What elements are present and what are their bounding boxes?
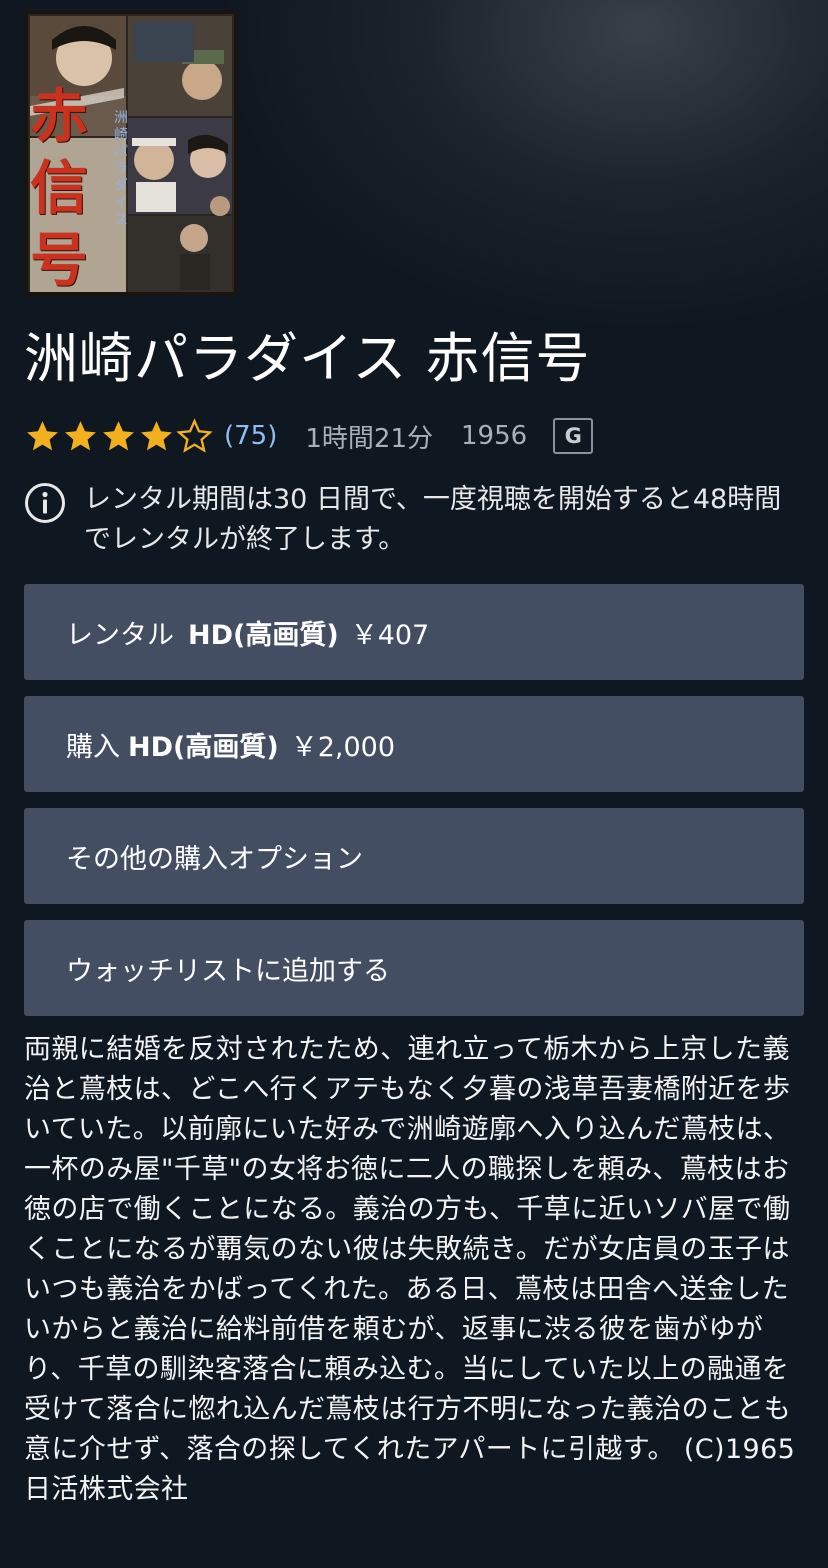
buy-price: ￥2,000 <box>290 731 395 763</box>
rent-label: レンタル <box>66 619 174 651</box>
add-to-watchlist-button[interactable]: ウォッチリストに追加する <box>24 920 804 1016</box>
star-full-icon <box>65 420 96 450</box>
buy-hd-button[interactable]: 購入 HD(高画質) ￥2,000 <box>24 696 804 792</box>
synopsis: 両親に結婚を反対されたため、連れ立って栃木から上京した義治と蔦枝は、どこへ行くア… <box>24 1034 796 1505</box>
buy-quality: HD(高画質) <box>128 731 279 763</box>
meta-row: (75) 1時間21分 1956 G <box>24 414 594 458</box>
review-count-link[interactable]: (75) <box>224 421 277 451</box>
star-outline-icon <box>176 417 213 453</box>
rental-notice-text: レンタル期間は30 日間で、一度視聴を開始すると48時間でレンタルが終了します。 <box>84 484 782 555</box>
movie-poster[interactable]: 赤信号 洲崎パラダイス <box>24 10 238 296</box>
watchlist-label: ウォッチリストに追加する <box>66 955 390 987</box>
rent-quality: HD(高画質) <box>188 619 339 651</box>
star-full-icon <box>27 420 58 450</box>
info-icon <box>25 483 65 523</box>
more-options-label: その他の購入オプション <box>66 843 363 875</box>
star-rating[interactable] <box>24 417 214 455</box>
movie-title: 洲崎パラダイス 赤信号 <box>24 327 591 390</box>
buy-label: 購入 <box>66 731 120 763</box>
detail-page: 赤信号 洲崎パラダイス 洲崎パラダイス 赤信号 (75) 1時間21分 1956… <box>0 0 828 1568</box>
star-full-icon <box>103 420 134 450</box>
rent-price: ￥407 <box>350 619 430 651</box>
poster-title-art: 赤信号 <box>30 82 89 294</box>
release-year: 1956 <box>461 421 528 451</box>
rent-hd-button[interactable]: レンタル HD(高画質) ￥407 <box>24 584 804 680</box>
star-full-icon <box>141 420 172 450</box>
age-rating-badge: G <box>553 418 594 454</box>
rental-notice: レンタル期間は30 日間で、一度視聴を開始すると48時間でレンタルが終了します。 <box>24 480 804 560</box>
more-purchase-options-button[interactable]: その他の購入オプション <box>24 808 804 904</box>
poster-subtitle-art: 洲崎パラダイス <box>114 110 128 228</box>
runtime: 1時間21分 <box>305 423 434 454</box>
